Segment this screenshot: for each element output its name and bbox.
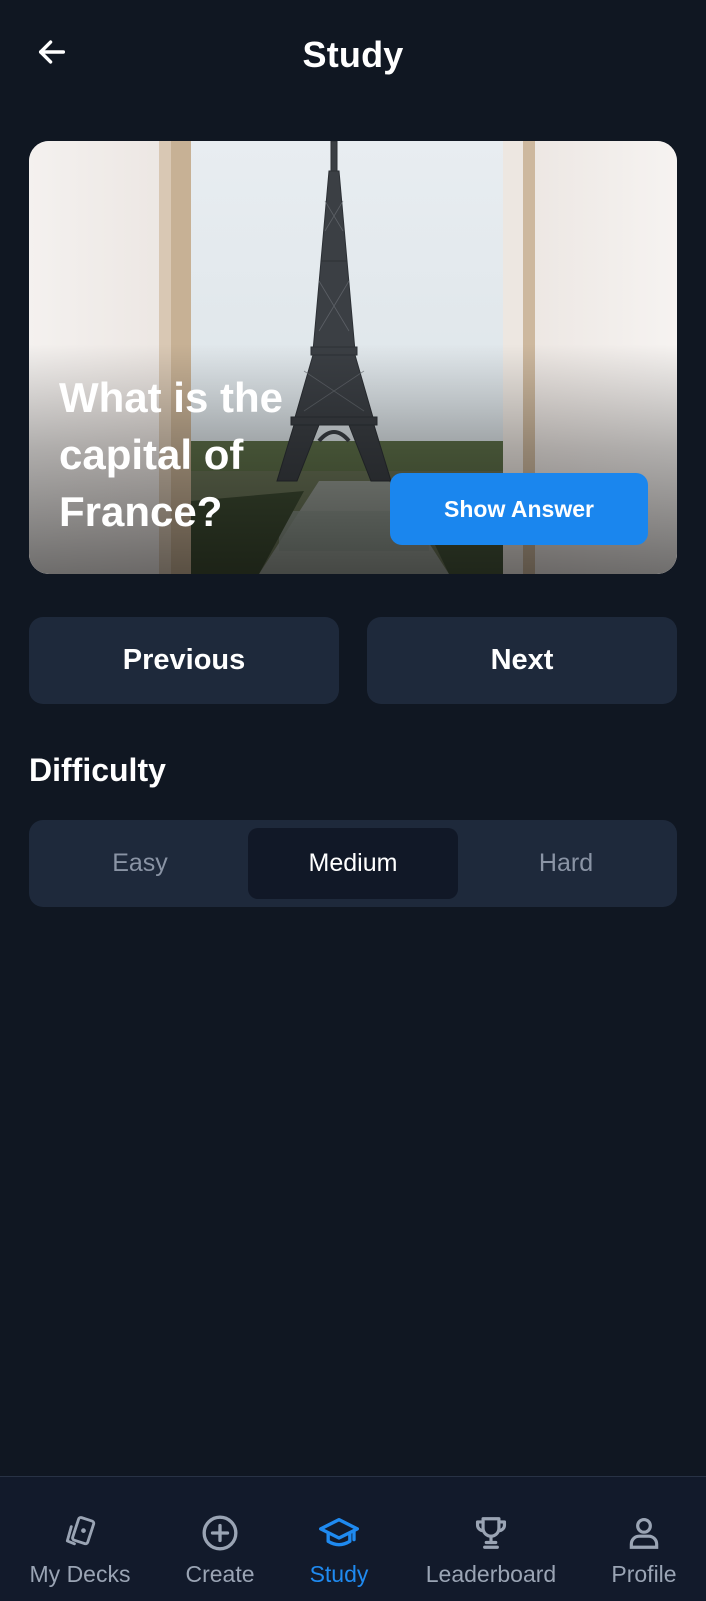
tab-profile[interactable]: Profile (594, 1477, 694, 1601)
plus-circle-icon (200, 1513, 240, 1553)
cards-icon (60, 1513, 100, 1553)
person-icon (624, 1513, 664, 1553)
previous-button[interactable]: Previous (29, 617, 339, 704)
difficulty-option-easy[interactable]: Easy (35, 828, 245, 899)
tab-label: My Decks (29, 1561, 131, 1587)
tab-label: Leaderboard (425, 1561, 557, 1587)
tab-study[interactable]: Study (299, 1477, 379, 1601)
page-title: Study (302, 34, 404, 75)
tab-create[interactable]: Create (170, 1477, 270, 1601)
tab-label: Create (185, 1561, 255, 1587)
difficulty-title: Difficulty (29, 752, 166, 788)
tab-label: Study (309, 1561, 369, 1587)
flashcard-question: What is the capital of France? (59, 374, 284, 535)
show-answer-button[interactable]: Show Answer (390, 473, 648, 545)
top-app-bar: Study (0, 0, 706, 112)
tab-label: Profile (611, 1561, 677, 1587)
graduation-cap-icon (319, 1513, 359, 1553)
difficulty-option-hard[interactable]: Hard (461, 828, 671, 899)
bottom-navigation: My Decks Create Study Leaderboard Profil… (0, 1476, 706, 1601)
next-button[interactable]: Next (367, 617, 677, 704)
flashcard[interactable]: What is the capital of France? Show Answ… (29, 141, 677, 574)
difficulty-option-medium[interactable]: Medium (248, 828, 458, 899)
trophy-icon (471, 1513, 511, 1553)
difficulty-selector: Easy Medium Hard (29, 820, 677, 907)
tab-leaderboard[interactable]: Leaderboard (416, 1477, 566, 1601)
tab-my-decks[interactable]: My Decks (20, 1477, 140, 1601)
